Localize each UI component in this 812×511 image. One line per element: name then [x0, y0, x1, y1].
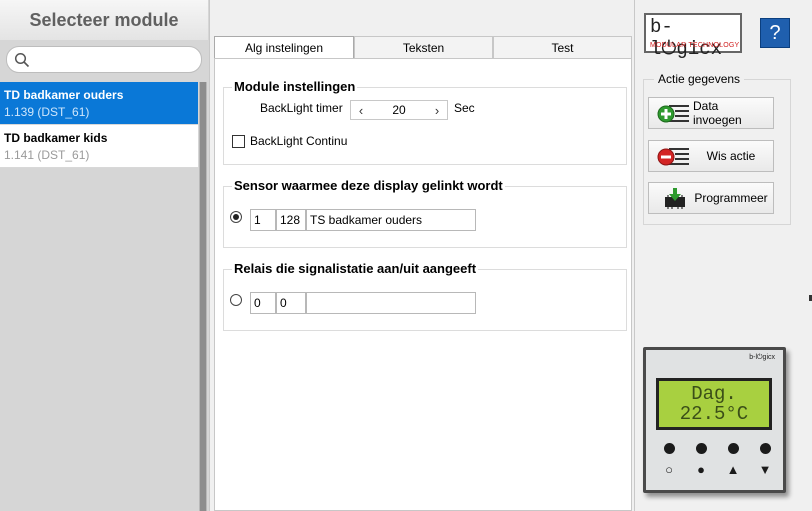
relais-field-2[interactable]: 0	[276, 292, 306, 314]
device-button	[664, 443, 675, 454]
tab-content: Module instellingen BackLight timer ‹ 20…	[214, 58, 632, 511]
logo-subtitle: MODULAR TECHNOLOGY	[650, 42, 740, 49]
device-brand: b-l⏻gicx	[749, 354, 775, 361]
relais-group: Relais die signalistatie aan/uit aangeef…	[223, 261, 627, 331]
module-list-scrollbar[interactable]	[199, 82, 207, 511]
lcd-line-1: Dag.	[691, 383, 737, 405]
device-button	[728, 443, 739, 454]
group-title: Actie gegevens	[654, 72, 745, 86]
button-label: Wis actie	[706, 149, 756, 163]
sensor-radio[interactable]	[230, 211, 242, 223]
backlight-continu-checkbox[interactable]	[232, 135, 245, 148]
help-button[interactable]: ?	[760, 18, 790, 48]
backlight-continu-label: BackLight Continu	[250, 134, 348, 148]
decrement-button[interactable]: ‹	[351, 101, 371, 119]
backlight-timer-stepper[interactable]: ‹ 20 ›	[350, 100, 448, 120]
tab-bar: Alg instelingen Teksten Test	[214, 36, 632, 59]
button-label: Programmeer	[694, 191, 768, 205]
sensor-name-field[interactable]: TS badkamer ouders	[306, 209, 476, 231]
backlight-timer-label: BackLight timer	[260, 101, 343, 115]
sensor-group: Sensor waarmee deze display gelinkt word…	[223, 178, 627, 248]
chip-download-icon	[665, 188, 685, 209]
backlight-unit: Sec	[454, 101, 475, 115]
module-name: TD badkamer kids	[4, 131, 108, 145]
group-title: Sensor waarmee deze display gelinkt word…	[232, 178, 505, 193]
circle-icon: ○	[665, 462, 673, 477]
device-button	[760, 443, 771, 454]
button-label: Data invoegen	[693, 99, 742, 127]
module-address: 1.139 (DST_61)	[4, 105, 90, 119]
wis-actie-button[interactable]: Wis actie	[648, 140, 774, 172]
module-address: 1.141 (DST_61)	[4, 148, 90, 162]
tab-teksten[interactable]: Teksten	[354, 36, 493, 58]
module-item-td-badkamer-ouders[interactable]: TD badkamer ouders 1.139 (DST_61)	[0, 82, 198, 125]
module-list: TD badkamer ouders 1.139 (DST_61) TD bad…	[0, 82, 198, 168]
remove-list-icon	[657, 148, 689, 166]
dot-icon: ●	[697, 462, 705, 477]
settings-pane: Alg instelingen Teksten Test Module inst…	[211, 0, 635, 511]
increment-button[interactable]: ›	[427, 101, 447, 119]
logo-text: b-l⏻gicx	[650, 16, 723, 60]
group-title: Relais die signalistatie aan/uit aangeef…	[232, 261, 479, 276]
module-settings-group: Module instellingen BackLight timer ‹ 20…	[223, 79, 627, 165]
search-icon	[14, 52, 30, 68]
module-item-td-badkamer-kids[interactable]: TD badkamer kids 1.141 (DST_61)	[0, 125, 198, 168]
relais-radio[interactable]	[230, 294, 242, 306]
relais-field-1[interactable]: 0	[250, 292, 276, 314]
module-sidebar: Selecteer module TD badkamer ouders 1.13…	[0, 0, 210, 511]
app-window: Selecteer module TD badkamer ouders 1.13…	[0, 0, 812, 511]
module-name: TD badkamer ouders	[4, 88, 124, 102]
sidebar-title: Selecteer module	[0, 0, 208, 40]
data-invoegen-button[interactable]: Data invoegen	[648, 97, 774, 129]
group-title: Module instellingen	[232, 79, 358, 94]
add-list-icon	[657, 105, 689, 123]
blogicx-logo: b-l⏻gicx MODULAR TECHNOLOGY	[644, 13, 742, 60]
relais-name-field[interactable]	[306, 292, 476, 314]
sensor-field-2[interactable]: 128	[276, 209, 306, 231]
lcd-line-2: 22.5°C	[679, 403, 749, 425]
down-arrow-icon: ▼	[758, 462, 772, 477]
programmeer-button[interactable]: Programmeer	[648, 182, 774, 214]
backlight-timer-value[interactable]: 20	[371, 101, 427, 119]
sensor-field-1[interactable]: 1	[250, 209, 276, 231]
tab-alg-instelingen[interactable]: Alg instelingen	[214, 36, 354, 59]
scrollbar-thumb[interactable]	[200, 82, 206, 511]
device-lcd: Dag. 22.5°C	[656, 378, 772, 430]
action-pane: b-l⏻gicx MODULAR TECHNOLOGY ? Actie gege…	[636, 0, 812, 511]
up-arrow-icon: ▲	[726, 462, 740, 477]
actie-gegevens-group: Actie gegevens Data invoegen Wis actie P…	[643, 72, 791, 225]
search-input[interactable]	[6, 46, 202, 73]
device-button	[696, 443, 707, 454]
tab-test[interactable]: Test	[493, 36, 632, 58]
display-module-image: b-l⏻gicx Dag. 22.5°C ○ ● ▲ ▼	[643, 347, 786, 493]
